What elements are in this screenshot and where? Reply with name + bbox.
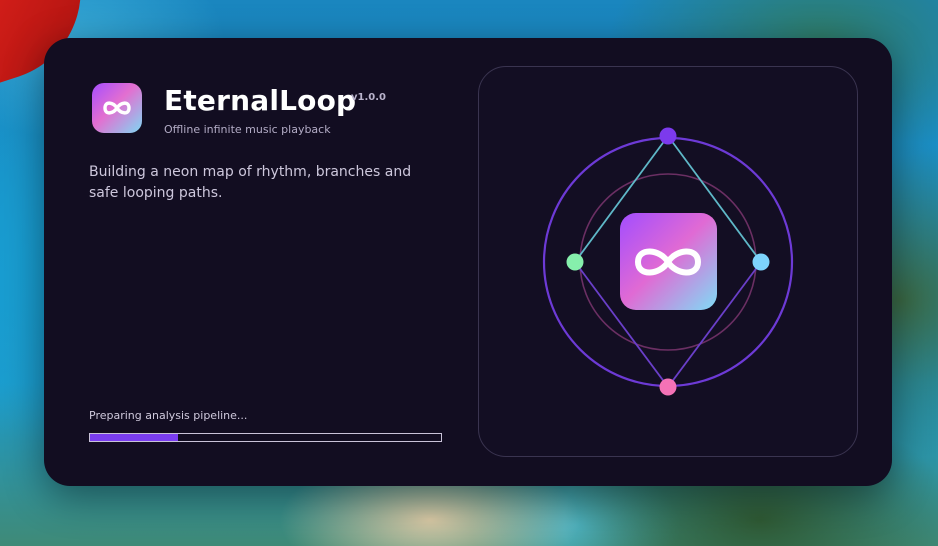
visualization-panel xyxy=(478,66,858,457)
version-badge: v1.0.0 xyxy=(351,92,386,103)
splash-window: EternalLoop v1.0.0 Offline infinite musi… xyxy=(44,38,892,486)
app-logo xyxy=(92,83,142,133)
progress-bar xyxy=(89,433,442,442)
graph-node-left xyxy=(566,253,584,271)
app-title: EternalLoop xyxy=(164,84,357,117)
graph-node-top xyxy=(659,127,677,145)
center-logo-tile xyxy=(620,213,717,310)
loading-status: Preparing analysis pipeline... xyxy=(89,409,248,422)
app-tagline: Offline infinite music playback xyxy=(164,123,331,136)
loading-description: Building a neon map of rhythm, branches … xyxy=(89,164,412,201)
graph-node-right xyxy=(752,253,770,271)
loop-graph-visualization xyxy=(542,127,794,396)
progress-fill xyxy=(90,434,178,441)
infinity-icon xyxy=(103,101,131,115)
graph-node-bottom xyxy=(659,378,677,396)
